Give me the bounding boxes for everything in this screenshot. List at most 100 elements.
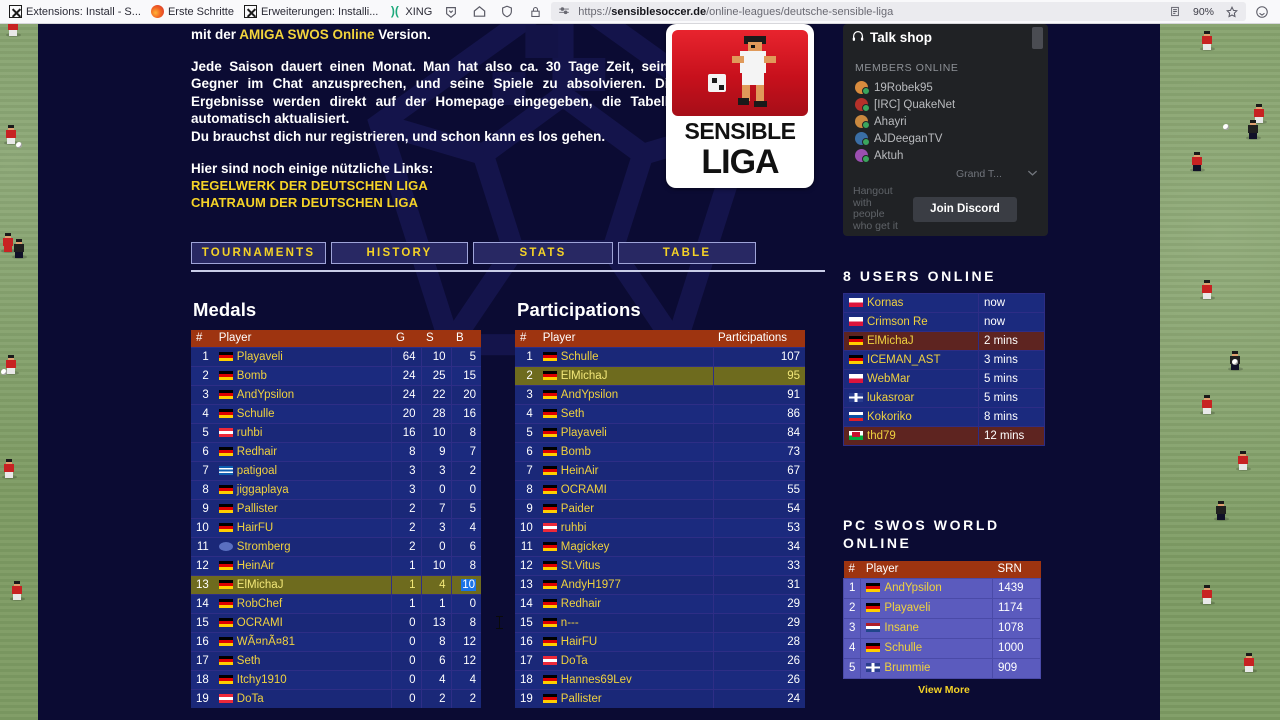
cell-player[interactable]: Seth bbox=[213, 650, 391, 670]
cell-player[interactable]: Schulle bbox=[213, 403, 391, 423]
permissions-icon[interactable] bbox=[556, 2, 572, 22]
view-more-link[interactable]: View More bbox=[843, 684, 1045, 696]
cell-player[interactable]: ElMichaJ bbox=[213, 574, 391, 594]
cell-player[interactable]: HairFU bbox=[537, 631, 713, 651]
cell-player[interactable]: Redhair bbox=[537, 593, 713, 613]
cell-player[interactable]: n--- bbox=[537, 612, 713, 632]
discord-member[interactable]: AJDeeganTV bbox=[843, 130, 1048, 147]
cell-player[interactable]: Playaveli bbox=[860, 597, 993, 619]
discord-member[interactable]: [IRC] QuakeNet bbox=[843, 96, 1048, 113]
table-row[interactable]: 3 Insane 1078 bbox=[842, 617, 1041, 639]
cell-player[interactable]: AndYpsilon bbox=[537, 384, 713, 404]
table-row[interactable]: 18 Hannes69Lev 26 bbox=[515, 669, 805, 689]
tab-table[interactable]: TABLE bbox=[618, 242, 756, 264]
cell-player[interactable]: Pallister bbox=[213, 498, 391, 518]
table-row[interactable]: 16 WÃ¤nÃ¤81 0 8 12 bbox=[191, 631, 481, 651]
table-row[interactable]: 6 Redhair 8 9 7 bbox=[191, 441, 481, 461]
table-row[interactable]: ICEMAN_AST 3 mins bbox=[843, 350, 1045, 370]
table-row[interactable]: 14 Redhair 29 bbox=[515, 593, 805, 613]
cell-player[interactable]: AndyH1977 bbox=[537, 574, 713, 594]
col-silver[interactable]: S bbox=[421, 330, 451, 347]
table-row[interactable]: lukasroar 5 mins bbox=[843, 388, 1045, 408]
table-row[interactable]: 2 Playaveli 1174 bbox=[842, 597, 1041, 619]
bookmark-erste-schritte[interactable]: Erste Schritte bbox=[146, 3, 239, 20]
link-chatraum[interactable]: CHATRAUM DER DEUTSCHEN LIGA bbox=[191, 194, 676, 211]
table-row[interactable]: 4 Seth 86 bbox=[515, 403, 805, 423]
col-bronze[interactable]: B bbox=[451, 330, 481, 347]
cell-player[interactable]: Brummie bbox=[860, 657, 993, 679]
cell-user[interactable]: lukasroar bbox=[843, 388, 979, 408]
cell-player[interactable]: AndYpsilon bbox=[860, 577, 993, 599]
tab-history[interactable]: HISTORY bbox=[331, 242, 468, 264]
table-row[interactable]: 8 OCRAMI 55 bbox=[515, 479, 805, 499]
table-row[interactable]: 2 ElMichaJ 95 bbox=[515, 365, 805, 385]
col-player[interactable]: Player bbox=[537, 330, 713, 347]
tab-tournaments[interactable]: TOURNAMENTS bbox=[191, 242, 326, 264]
table-row[interactable]: 8 jiggaplaya 3 0 0 bbox=[191, 479, 481, 499]
table-row[interactable]: thd79 12 mins bbox=[843, 426, 1045, 446]
table-row[interactable]: 2 Bomb 24 25 15 bbox=[191, 365, 481, 385]
cell-player[interactable]: Schulle bbox=[537, 346, 713, 366]
table-row[interactable]: 19 DoTa 0 2 2 bbox=[191, 688, 481, 708]
join-discord-button[interactable]: Join Discord bbox=[913, 196, 1017, 222]
table-row[interactable]: ElMichaJ 2 mins bbox=[843, 331, 1045, 351]
cell-player[interactable]: AndYpsilon bbox=[213, 384, 391, 404]
cell-player[interactable]: OCRAMI bbox=[213, 612, 391, 632]
cell-player[interactable]: ruhbi bbox=[537, 517, 713, 537]
discord-member[interactable]: Ahayri bbox=[843, 113, 1048, 130]
zoom-level-badge[interactable]: 90% bbox=[1190, 6, 1217, 18]
table-row[interactable]: 5 ruhbi 16 10 8 bbox=[191, 422, 481, 442]
table-row[interactable]: 11 Magickey 34 bbox=[515, 536, 805, 556]
table-row[interactable]: 15 OCRAMI 0 13 8 bbox=[191, 612, 481, 632]
account-icon[interactable] bbox=[1249, 2, 1275, 22]
cell-player[interactable]: RobChef bbox=[213, 593, 391, 613]
table-row[interactable]: WebMar 5 mins bbox=[843, 369, 1045, 389]
bookmark-extensions-install[interactable]: Extensions: Install - S... bbox=[4, 3, 146, 20]
lock-icon[interactable] bbox=[522, 2, 548, 22]
table-row[interactable]: 13 AndyH1977 31 bbox=[515, 574, 805, 594]
cell-player[interactable]: Hannes69Lev bbox=[537, 669, 713, 689]
bookmark-xing[interactable]: )( XING bbox=[383, 3, 437, 20]
cell-user[interactable]: ElMichaJ bbox=[843, 331, 979, 351]
cell-user[interactable]: Kokoriko bbox=[843, 407, 979, 427]
cell-user[interactable]: thd79 bbox=[843, 426, 979, 446]
cell-player[interactable]: Redhair bbox=[213, 441, 391, 461]
cell-player[interactable]: ElMichaJ bbox=[537, 365, 713, 385]
cell-player[interactable]: Insane bbox=[860, 617, 993, 639]
address-bar[interactable]: https://sensiblesoccer.de/online-leagues… bbox=[551, 2, 1246, 21]
table-row[interactable]: Kokoriko 8 mins bbox=[843, 407, 1045, 427]
table-row[interactable]: 16 HairFU 28 bbox=[515, 631, 805, 651]
cell-player[interactable]: Magickey bbox=[537, 536, 713, 556]
cell-player[interactable]: DoTa bbox=[537, 650, 713, 670]
col-rank[interactable]: # bbox=[515, 330, 538, 347]
discord-member[interactable]: 19Robek95 bbox=[843, 79, 1048, 96]
table-row[interactable]: 12 St.Vitus 33 bbox=[515, 555, 805, 575]
col-player[interactable]: Player bbox=[213, 330, 391, 347]
col-gold[interactable]: G bbox=[391, 330, 421, 347]
table-row[interactable]: 1 AndYpsilon 1439 bbox=[842, 577, 1041, 599]
cell-player[interactable]: Playaveli bbox=[213, 346, 391, 366]
cell-player[interactable]: HeinAir bbox=[537, 460, 713, 480]
cell-player[interactable]: Paider bbox=[537, 498, 713, 518]
table-row[interactable]: 17 DoTa 26 bbox=[515, 650, 805, 670]
table-row[interactable]: 5 Playaveli 84 bbox=[515, 422, 805, 442]
bookmark-erweiterungen[interactable]: Erweiterungen: Installi... bbox=[239, 3, 383, 20]
table-row[interactable]: Crimson Re now bbox=[843, 312, 1045, 332]
cell-player[interactable]: Bomb bbox=[537, 441, 713, 461]
cell-player[interactable]: Playaveli bbox=[537, 422, 713, 442]
table-row[interactable]: 1 Schulle 107 bbox=[515, 346, 805, 366]
table-row[interactable]: 3 AndYpsilon 24 22 20 bbox=[191, 384, 481, 404]
cell-player[interactable]: DoTa bbox=[213, 688, 391, 708]
table-row[interactable]: Kornas now bbox=[843, 293, 1045, 313]
table-row[interactable]: 7 HeinAir 67 bbox=[515, 460, 805, 480]
table-row[interactable]: 19 Pallister 24 bbox=[515, 688, 805, 708]
link-regelwerk[interactable]: REGELWERK DER DEUTSCHEN LIGA bbox=[191, 177, 676, 194]
table-row[interactable]: 10 HairFU 2 3 4 bbox=[191, 517, 481, 537]
shield-icon[interactable] bbox=[494, 2, 520, 22]
table-row[interactable]: 10 ruhbi 53 bbox=[515, 517, 805, 537]
pocket-icon[interactable] bbox=[438, 2, 464, 22]
table-row[interactable]: 13 ElMichaJ 1 4 10 bbox=[191, 574, 481, 594]
cell-player[interactable]: Itchy1910 bbox=[213, 669, 391, 689]
cell-player[interactable]: ruhbi bbox=[213, 422, 391, 442]
cell-player[interactable]: jiggaplaya bbox=[213, 479, 391, 499]
